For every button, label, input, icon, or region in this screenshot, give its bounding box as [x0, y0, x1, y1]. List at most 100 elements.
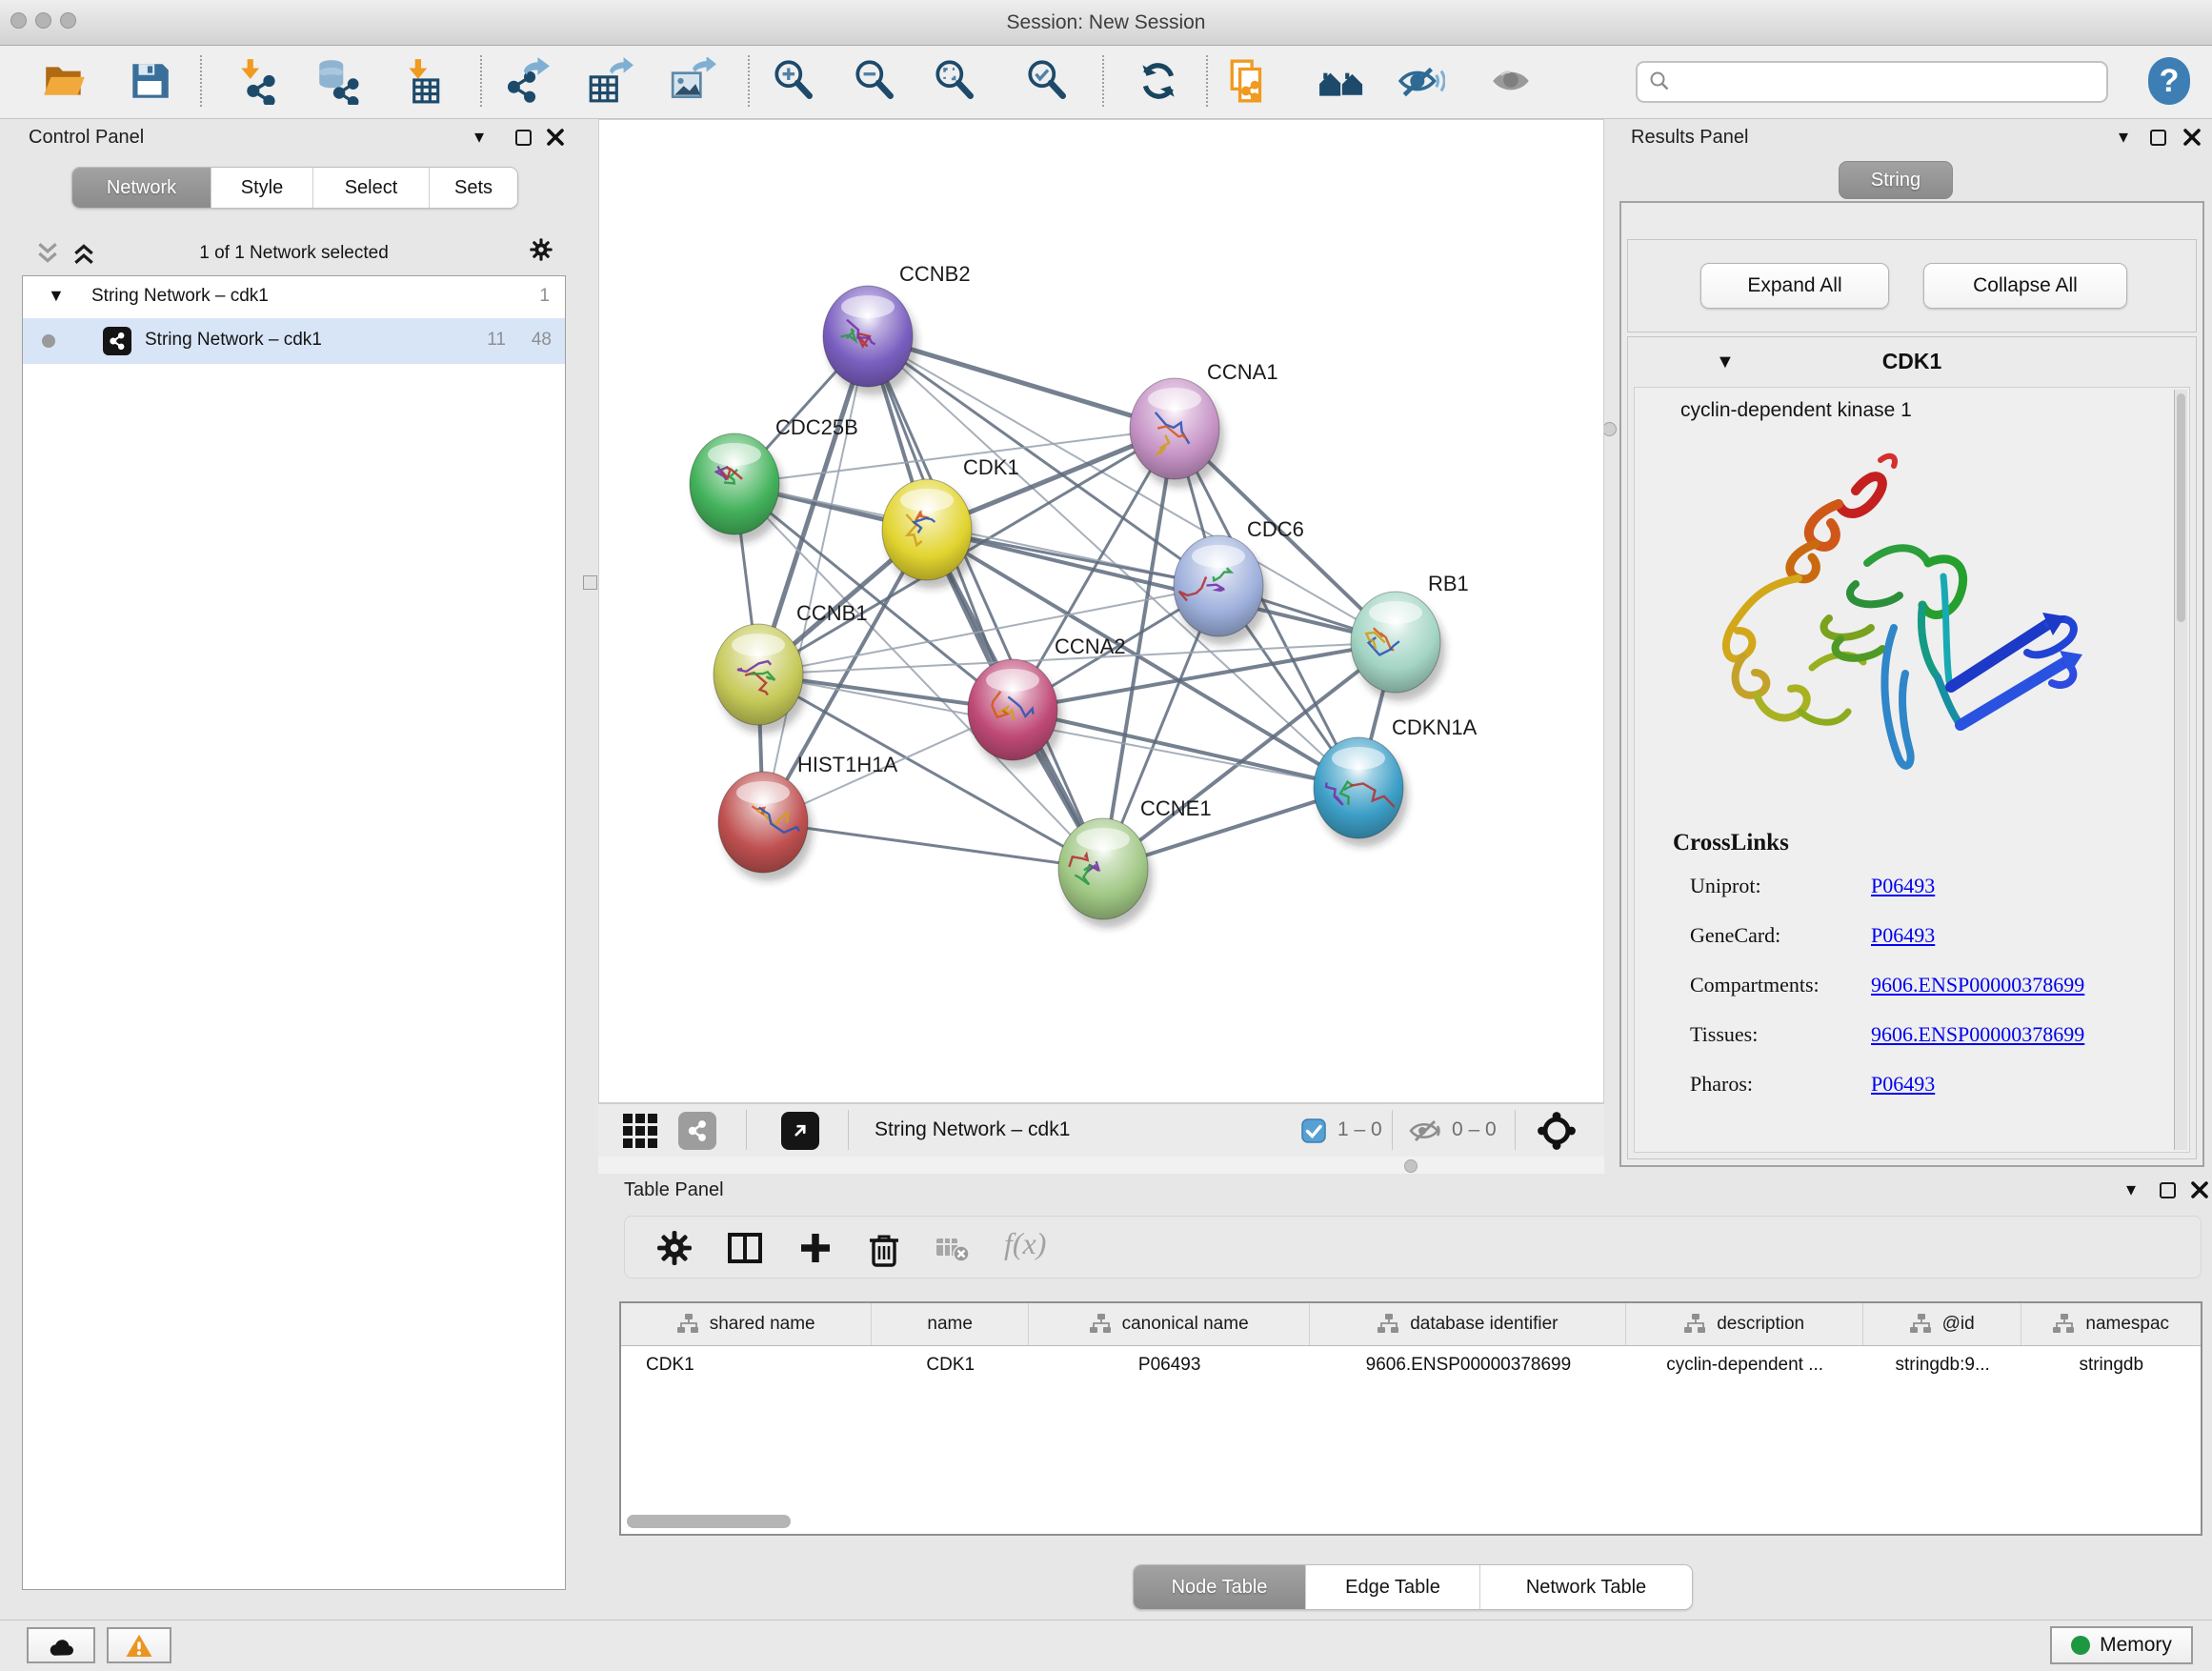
crosslink-link[interactable]: 9606.ENSP00000378699	[1871, 1022, 2084, 1047]
network-share-toggle-button[interactable]	[678, 1112, 716, 1150]
network-edge[interactable]	[868, 336, 1103, 869]
apply-layout-button[interactable]	[1131, 53, 1186, 109]
gene-description: cyclin-dependent kinase 1	[1680, 399, 1912, 422]
help-button[interactable]: ?	[2142, 53, 2197, 109]
cloud-status-button[interactable]	[27, 1627, 95, 1663]
network-row-selected[interactable]: String Network – cdk1 11 48	[23, 318, 565, 364]
network-node-CCNA2[interactable]	[968, 659, 1062, 769]
network-collection-row[interactable]: ▼ String Network – cdk1 1	[23, 276, 565, 318]
column-header[interactable]: shared name	[621, 1303, 872, 1345]
export-table-button[interactable]	[582, 53, 637, 109]
tab-network[interactable]: Network	[72, 168, 211, 208]
network-node-CDC6[interactable]	[1174, 535, 1268, 645]
maximize-icon	[515, 130, 532, 146]
column-header[interactable]: namespac	[2021, 1303, 2201, 1345]
crosslink-link[interactable]: 9606.ENSP00000378699	[1871, 973, 2084, 997]
houses-icon	[1317, 57, 1365, 105]
tab-network-table[interactable]: Network Table	[1479, 1565, 1692, 1609]
network-node-CCNB1[interactable]	[714, 624, 808, 734]
delete-table-icon	[935, 1233, 970, 1263]
table-options-button[interactable]	[655, 1229, 694, 1267]
network-node-CCNA1[interactable]	[1130, 378, 1224, 488]
warnings-button[interactable]	[107, 1627, 171, 1663]
network-options-button[interactable]	[529, 237, 553, 262]
crosslink-label: Uniprot:	[1690, 874, 1761, 898]
column-header[interactable]: name	[872, 1303, 1029, 1345]
panel-close-button[interactable]	[2180, 125, 2204, 150]
panel-float-button[interactable]: ▾	[2111, 125, 2136, 150]
delete-column-button[interactable]	[865, 1229, 903, 1267]
panel-maximize-button[interactable]	[511, 125, 535, 150]
add-column-button[interactable]	[796, 1229, 835, 1267]
window-title: Session: New Session	[0, 0, 2212, 45]
center-network-button[interactable]	[1538, 1112, 1576, 1150]
results-scrollbar-thumb[interactable]	[2177, 393, 2185, 622]
open-in-window-button[interactable]	[781, 1112, 819, 1150]
splitter-handle-dot[interactable]	[1404, 1159, 1418, 1173]
collapse-all-button[interactable]: Collapse All	[1923, 263, 2127, 309]
delete-table-button[interactable]	[935, 1233, 970, 1263]
network-node-CDK1[interactable]	[882, 479, 976, 589]
results-scrollbar[interactable]	[2174, 390, 2187, 1150]
network-edge[interactable]	[1013, 710, 1358, 788]
hide-selected-button[interactable]	[1394, 53, 1449, 109]
column-header[interactable]: database identifier	[1310, 1303, 1626, 1345]
horizontal-splitter[interactable]	[598, 1157, 1604, 1174]
zoom-selected-button[interactable]	[1019, 53, 1075, 109]
crosslink-link[interactable]: P06493	[1871, 1072, 1935, 1097]
function-builder-button[interactable]: f(x)	[1004, 1226, 1046, 1261]
search-input[interactable]	[1636, 61, 2108, 103]
export-image-button[interactable]	[665, 53, 720, 109]
panel-close-button[interactable]	[2187, 1178, 2212, 1202]
panel-maximize-button[interactable]	[2145, 125, 2170, 150]
birds-eye-view-button[interactable]	[623, 1114, 657, 1148]
column-header[interactable]: description	[1626, 1303, 1862, 1345]
network-canvas[interactable]: CCNB2CCNA1CDC25BCDK1CDC6RB1CCNB1CCNA2CDK…	[598, 119, 1604, 1103]
selected-checkbox[interactable]	[1301, 1118, 1326, 1143]
save-floppy-icon	[126, 57, 173, 105]
checkbox-checked-icon	[1301, 1118, 1326, 1143]
zoom-in-button[interactable]	[766, 53, 821, 109]
crosslink-link[interactable]: P06493	[1871, 923, 1935, 948]
network-node-HIST1H1A[interactable]	[718, 772, 813, 881]
network-node-CCNE1[interactable]	[1058, 818, 1153, 928]
network-collection-label: String Network – cdk1	[91, 286, 269, 307]
network-node-RB1[interactable]	[1351, 592, 1445, 701]
tab-select[interactable]: Select	[312, 168, 429, 208]
network-node-CDKN1A[interactable]	[1314, 737, 1408, 847]
tab-sets[interactable]: Sets	[429, 168, 517, 208]
first-neighbors-button[interactable]	[1314, 53, 1369, 109]
tree-expand-icon[interactable]: ▼	[48, 287, 65, 304]
network-edge[interactable]	[763, 822, 1103, 869]
tab-edge-table[interactable]: Edge Table	[1305, 1565, 1479, 1609]
zoom-fit-button[interactable]	[927, 53, 982, 109]
open-session-button[interactable]	[37, 53, 92, 109]
table-row[interactable]: CDK1 CDK1 P06493 9606.ENSP00000378699 cy…	[621, 1346, 2201, 1384]
save-session-button[interactable]	[122, 53, 177, 109]
left-splitter-handle[interactable]	[583, 575, 597, 590]
table-horizontal-scrollbar[interactable]	[627, 1515, 791, 1528]
tab-style[interactable]: Style	[211, 168, 312, 208]
column-header[interactable]: canonical name	[1029, 1303, 1310, 1345]
panel-maximize-button[interactable]	[2155, 1178, 2180, 1202]
export-network-button[interactable]	[500, 53, 555, 109]
panel-float-button[interactable]: ▾	[467, 125, 492, 150]
expand-all-button[interactable]: Expand All	[1700, 263, 1889, 309]
network-node-CCNB2[interactable]	[823, 286, 917, 395]
memory-button[interactable]: Memory	[2050, 1626, 2193, 1664]
panel-close-button[interactable]	[543, 125, 568, 150]
import-network-database-button[interactable]	[310, 53, 365, 109]
tab-string[interactable]: String	[1839, 161, 1953, 199]
tab-node-table[interactable]: Node Table	[1134, 1565, 1305, 1609]
import-table-button[interactable]	[393, 53, 449, 109]
panel-float-button[interactable]: ▾	[2119, 1178, 2143, 1202]
duplicate-network-button[interactable]	[1221, 53, 1277, 109]
show-columns-button[interactable]	[726, 1229, 764, 1267]
network-node-CDC25B[interactable]	[690, 433, 784, 543]
column-header[interactable]: @id	[1863, 1303, 2022, 1345]
show-all-button[interactable]	[1484, 53, 1539, 109]
zoom-out-button[interactable]	[847, 53, 902, 109]
crosslink-link[interactable]: P06493	[1871, 874, 1935, 898]
search-field[interactable]	[1679, 70, 2095, 94]
import-network-file-button[interactable]	[230, 53, 285, 109]
